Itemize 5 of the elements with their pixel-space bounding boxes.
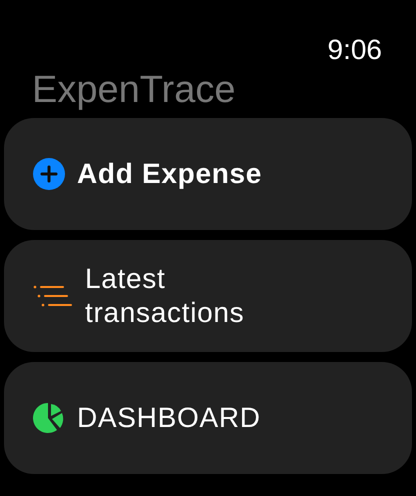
menu-button[interactable]: DASHBOARD (4, 362, 412, 474)
app-title: ExpenTrace (32, 69, 236, 111)
menu-button[interactable]: Latest transactions (4, 240, 412, 352)
status-time: 9:06 (328, 34, 382, 66)
menu-button[interactable]: Add Expense (4, 118, 412, 230)
